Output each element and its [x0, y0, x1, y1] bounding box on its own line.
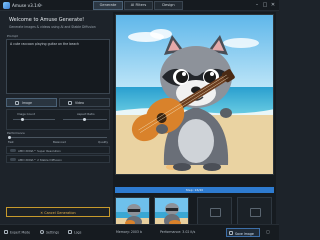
performance-thumb[interactable] [8, 136, 11, 139]
generated-image[interactable] [115, 14, 274, 175]
close-button[interactable]: ✕ [270, 2, 276, 8]
mode-label-image: Image [22, 101, 32, 105]
slider-quality-label: Quality [98, 140, 108, 144]
mode-label-video: Video [75, 101, 84, 105]
tab-image-mode[interactable]: Image [6, 98, 57, 107]
slider-balanced-label: Balanced [53, 140, 66, 144]
aspect-ratio-thumb[interactable] [83, 118, 86, 121]
tab-ai-filters[interactable]: AI Filters [124, 1, 153, 10]
prompt-text: A cute raccoon playing guitar on the bea… [10, 42, 79, 46]
image-count-slider[interactable] [13, 119, 55, 120]
generation-progress-bar: Step: 16/20 [115, 187, 274, 193]
expert-mode-button[interactable]: Expert Mode [4, 230, 30, 235]
app-logo-icon [3, 2, 10, 9]
save-image-label: Save Image [235, 231, 254, 236]
expert-mode-label: Expert Mode [10, 230, 31, 235]
prompt-input[interactable]: A cute raccoon playing guitar on the bea… [6, 39, 110, 94]
image-placeholder-icon [210, 208, 221, 217]
progress-text: Step: 16/20 [185, 188, 204, 192]
save-icon [229, 231, 233, 235]
cancel-generation-button[interactable]: ✕ Cancel Generation [6, 207, 110, 217]
prompt-label: Prompt [7, 34, 18, 38]
image-count-thumb[interactable] [21, 118, 24, 121]
tab-video-mode[interactable]: Video [59, 98, 110, 107]
expert-mode-icon [4, 230, 8, 234]
super-resolution-toggle[interactable] [10, 149, 16, 152]
image-count-label: Image Count [17, 112, 35, 116]
super-resolution-row: AMD XDNA™ Super Resolution [6, 146, 110, 154]
aspect-ratio-label: Aspect Ratio [77, 112, 95, 116]
minimize-button[interactable]: – [254, 2, 260, 8]
status-bar: Expert Mode Settings Logs Memory: 2003 b… [0, 224, 279, 240]
welcome-subtitle: Generate images & videos using AI and St… [9, 25, 96, 29]
gear-icon [40, 230, 44, 234]
settings-label: Settings [46, 230, 60, 235]
logs-label: Logs [74, 230, 82, 235]
tab-design[interactable]: Design [154, 1, 183, 10]
performance-slider[interactable] [9, 137, 107, 138]
slider-fast-label: Fast [8, 140, 14, 144]
image-icon [15, 101, 19, 105]
performance-label: Performance [7, 131, 25, 135]
video-icon [68, 101, 72, 105]
title-bar: Amuse v3.1.0 beta Generate AI Filters De… [0, 0, 279, 11]
xdna-sd-row: AMD XDNA™ 2 Stable Diffusion [6, 155, 110, 163]
memory-readout: Memory: 2003 b [116, 230, 142, 234]
right-panel: Step: 16/20 [113, 12, 276, 229]
logs-icon [68, 230, 72, 234]
logs-button[interactable]: Logs [68, 230, 81, 235]
xdna-sd-label: AMD XDNA™ 2 Stable Diffusion [18, 157, 62, 162]
tab-generate[interactable]: Generate [93, 1, 123, 10]
left-panel: Welcome to Amuse Generate! Generate imag… [3, 14, 112, 223]
welcome-title: Welcome to Amuse Generate! [9, 17, 85, 23]
cancel-generation-label: ✕ Cancel Generation [40, 210, 76, 215]
app-version: beta [37, 4, 43, 7]
maximize-button[interactable]: □ [262, 2, 268, 8]
performance-readout: Performance: 3.02 it/s [160, 230, 196, 234]
settings-button[interactable]: Settings [40, 230, 59, 235]
xdna-sd-toggle[interactable] [10, 158, 16, 161]
top-nav: Generate AI Filters Design [93, 1, 184, 10]
save-image-button[interactable]: Save Image [226, 228, 260, 237]
image-settings: Image Count Aspect Ratio [6, 109, 110, 130]
image-placeholder-icon [250, 208, 261, 217]
raccoon-guitar-image [116, 15, 273, 174]
super-resolution-label: AMD XDNA™ Super Resolution [18, 148, 61, 153]
more-icon[interactable]: ▢ [265, 229, 271, 235]
